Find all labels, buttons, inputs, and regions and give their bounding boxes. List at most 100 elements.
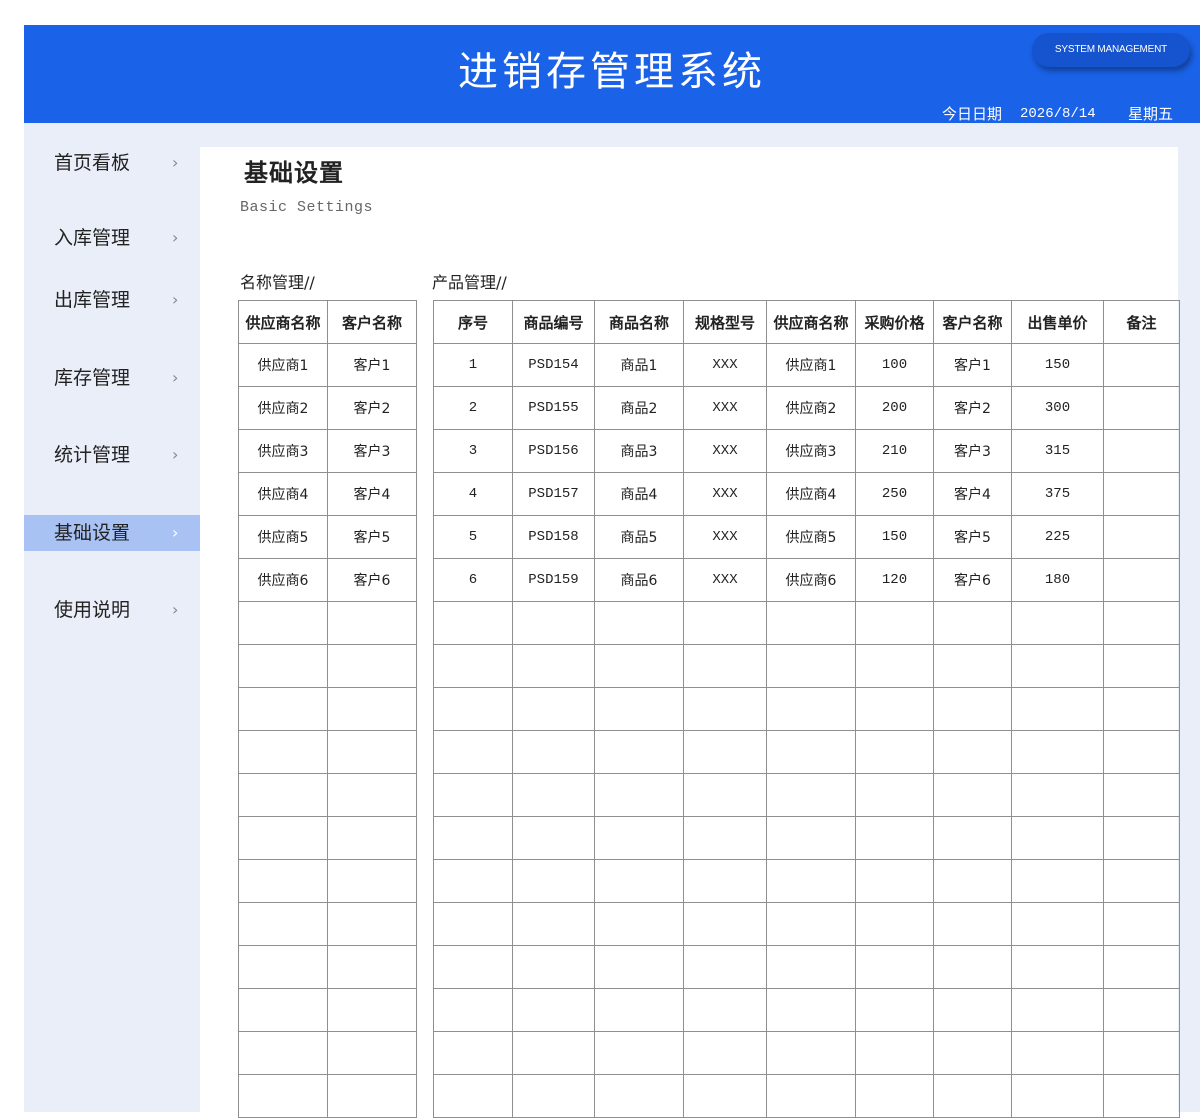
empty-cell[interactable] [766, 988, 856, 1032]
empty-cell[interactable] [433, 687, 513, 731]
empty-cell[interactable] [594, 902, 684, 946]
table-cell[interactable]: 客户1 [933, 343, 1012, 387]
table-cell[interactable]: 客户6 [327, 558, 417, 602]
empty-cell[interactable] [512, 773, 595, 817]
table-cell[interactable]: 250 [855, 472, 934, 516]
empty-cell[interactable] [327, 1074, 417, 1118]
empty-cell[interactable] [1103, 988, 1180, 1032]
table-cell[interactable]: 商品4 [594, 472, 684, 516]
sidebar-item-basic-settings[interactable]: 基础设置 › [24, 515, 200, 551]
table-cell[interactable]: 客户2 [933, 386, 1012, 430]
table-cell[interactable]: PSD154 [512, 343, 595, 387]
empty-cell[interactable] [1103, 816, 1180, 860]
system-management-button[interactable]: SYSTEM MANAGEMENT [1032, 33, 1190, 67]
empty-cell[interactable] [933, 687, 1012, 731]
empty-cell[interactable] [433, 1031, 513, 1075]
table-cell[interactable]: 供应商6 [766, 558, 856, 602]
table-cell[interactable]: 商品1 [594, 343, 684, 387]
empty-cell[interactable] [683, 945, 767, 989]
empty-cell[interactable] [327, 902, 417, 946]
empty-cell[interactable] [238, 816, 328, 860]
column-header[interactable]: 序号 [433, 300, 513, 344]
sidebar-item-inbound[interactable]: 入库管理 › [24, 220, 200, 256]
empty-cell[interactable] [1103, 902, 1180, 946]
empty-cell[interactable] [766, 902, 856, 946]
empty-cell[interactable] [683, 1031, 767, 1075]
empty-cell[interactable] [327, 773, 417, 817]
table-cell[interactable]: PSD156 [512, 429, 595, 473]
table-cell[interactable]: 1 [433, 343, 513, 387]
column-header[interactable]: 规格型号 [683, 300, 767, 344]
empty-cell[interactable] [1103, 687, 1180, 731]
table-cell[interactable]: 商品3 [594, 429, 684, 473]
empty-cell[interactable] [766, 601, 856, 645]
table-cell[interactable]: 3 [433, 429, 513, 473]
empty-cell[interactable] [433, 988, 513, 1032]
empty-cell[interactable] [1103, 644, 1180, 688]
sidebar-item-outbound[interactable]: 出库管理 › [24, 282, 200, 318]
empty-cell[interactable] [594, 859, 684, 903]
empty-cell[interactable] [1011, 1074, 1104, 1118]
table-cell[interactable]: 供应商2 [766, 386, 856, 430]
table-cell[interactable]: XXX [683, 472, 767, 516]
sidebar-item-help[interactable]: 使用说明 › [24, 592, 200, 628]
empty-cell[interactable] [512, 902, 595, 946]
empty-cell[interactable] [855, 1031, 934, 1075]
table-cell[interactable]: 供应商4 [238, 472, 328, 516]
empty-cell[interactable] [855, 902, 934, 946]
empty-cell[interactable] [1011, 902, 1104, 946]
empty-cell[interactable] [327, 816, 417, 860]
empty-cell[interactable] [594, 1074, 684, 1118]
table-cell[interactable]: 客户2 [327, 386, 417, 430]
empty-cell[interactable] [933, 601, 1012, 645]
empty-cell[interactable] [433, 902, 513, 946]
table-cell[interactable]: 供应商5 [766, 515, 856, 559]
empty-cell[interactable] [512, 988, 595, 1032]
table-cell[interactable] [1103, 472, 1180, 516]
empty-cell[interactable] [1011, 988, 1104, 1032]
empty-cell[interactable] [933, 988, 1012, 1032]
table-cell[interactable]: 客户6 [933, 558, 1012, 602]
empty-cell[interactable] [238, 988, 328, 1032]
empty-cell[interactable] [855, 601, 934, 645]
empty-cell[interactable] [933, 945, 1012, 989]
empty-cell[interactable] [683, 902, 767, 946]
table-cell[interactable]: 供应商4 [766, 472, 856, 516]
empty-cell[interactable] [327, 945, 417, 989]
empty-cell[interactable] [1103, 1074, 1180, 1118]
table-cell[interactable]: 315 [1011, 429, 1104, 473]
table-cell[interactable]: 供应商1 [766, 343, 856, 387]
empty-cell[interactable] [1011, 687, 1104, 731]
empty-cell[interactable] [855, 773, 934, 817]
table-cell[interactable] [1103, 386, 1180, 430]
empty-cell[interactable] [683, 773, 767, 817]
table-cell[interactable]: XXX [683, 343, 767, 387]
empty-cell[interactable] [238, 730, 328, 774]
table-cell[interactable]: 210 [855, 429, 934, 473]
empty-cell[interactable] [766, 859, 856, 903]
empty-cell[interactable] [238, 902, 328, 946]
table-cell[interactable]: XXX [683, 515, 767, 559]
empty-cell[interactable] [766, 687, 856, 731]
table-cell[interactable]: 客户5 [933, 515, 1012, 559]
empty-cell[interactable] [1011, 945, 1104, 989]
empty-cell[interactable] [683, 687, 767, 731]
empty-cell[interactable] [512, 1031, 595, 1075]
table-cell[interactable]: 供应商3 [238, 429, 328, 473]
table-cell[interactable] [1103, 558, 1180, 602]
sidebar-item-inventory[interactable]: 库存管理 › [24, 360, 200, 396]
sidebar-item-statistics[interactable]: 统计管理 › [24, 437, 200, 473]
empty-cell[interactable] [1011, 859, 1104, 903]
table-cell[interactable]: 供应商6 [238, 558, 328, 602]
column-header[interactable]: 供应商名称 [238, 300, 328, 344]
empty-cell[interactable] [512, 816, 595, 860]
empty-cell[interactable] [683, 644, 767, 688]
column-header[interactable]: 出售单价 [1011, 300, 1104, 344]
empty-cell[interactable] [933, 902, 1012, 946]
empty-cell[interactable] [933, 730, 1012, 774]
table-cell[interactable]: 300 [1011, 386, 1104, 430]
empty-cell[interactable] [855, 816, 934, 860]
empty-cell[interactable] [855, 945, 934, 989]
empty-cell[interactable] [238, 644, 328, 688]
empty-cell[interactable] [238, 773, 328, 817]
